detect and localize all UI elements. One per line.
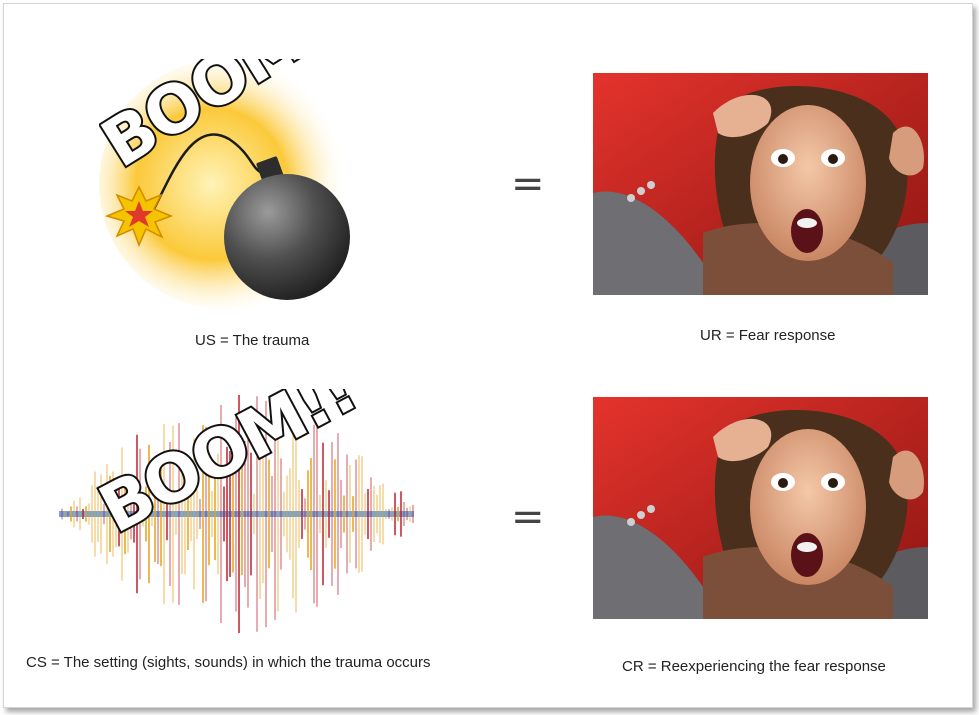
equals-sign-1: = — [511, 161, 545, 207]
cr-caption: CR = Reexperiencing the fear response — [622, 658, 886, 675]
figure-frame: BOOM!! = US = The trauma UR = Fear respo… — [3, 3, 973, 708]
bomb-boom-illustration: BOOM!! — [99, 59, 366, 309]
cs-caption: CS = The setting (sights, sounds) in whi… — [26, 654, 431, 671]
bomb-icon — [224, 174, 350, 300]
us-caption: US = The trauma — [195, 332, 310, 349]
frightened-person-photo-2 — [593, 397, 928, 619]
equals-sign-2: = — [511, 494, 545, 540]
sound-wave-boom-illustration: BOOM!! — [59, 389, 414, 633]
ur-caption: UR = Fear response — [700, 327, 836, 344]
frightened-person-photo-1 — [593, 73, 928, 295]
